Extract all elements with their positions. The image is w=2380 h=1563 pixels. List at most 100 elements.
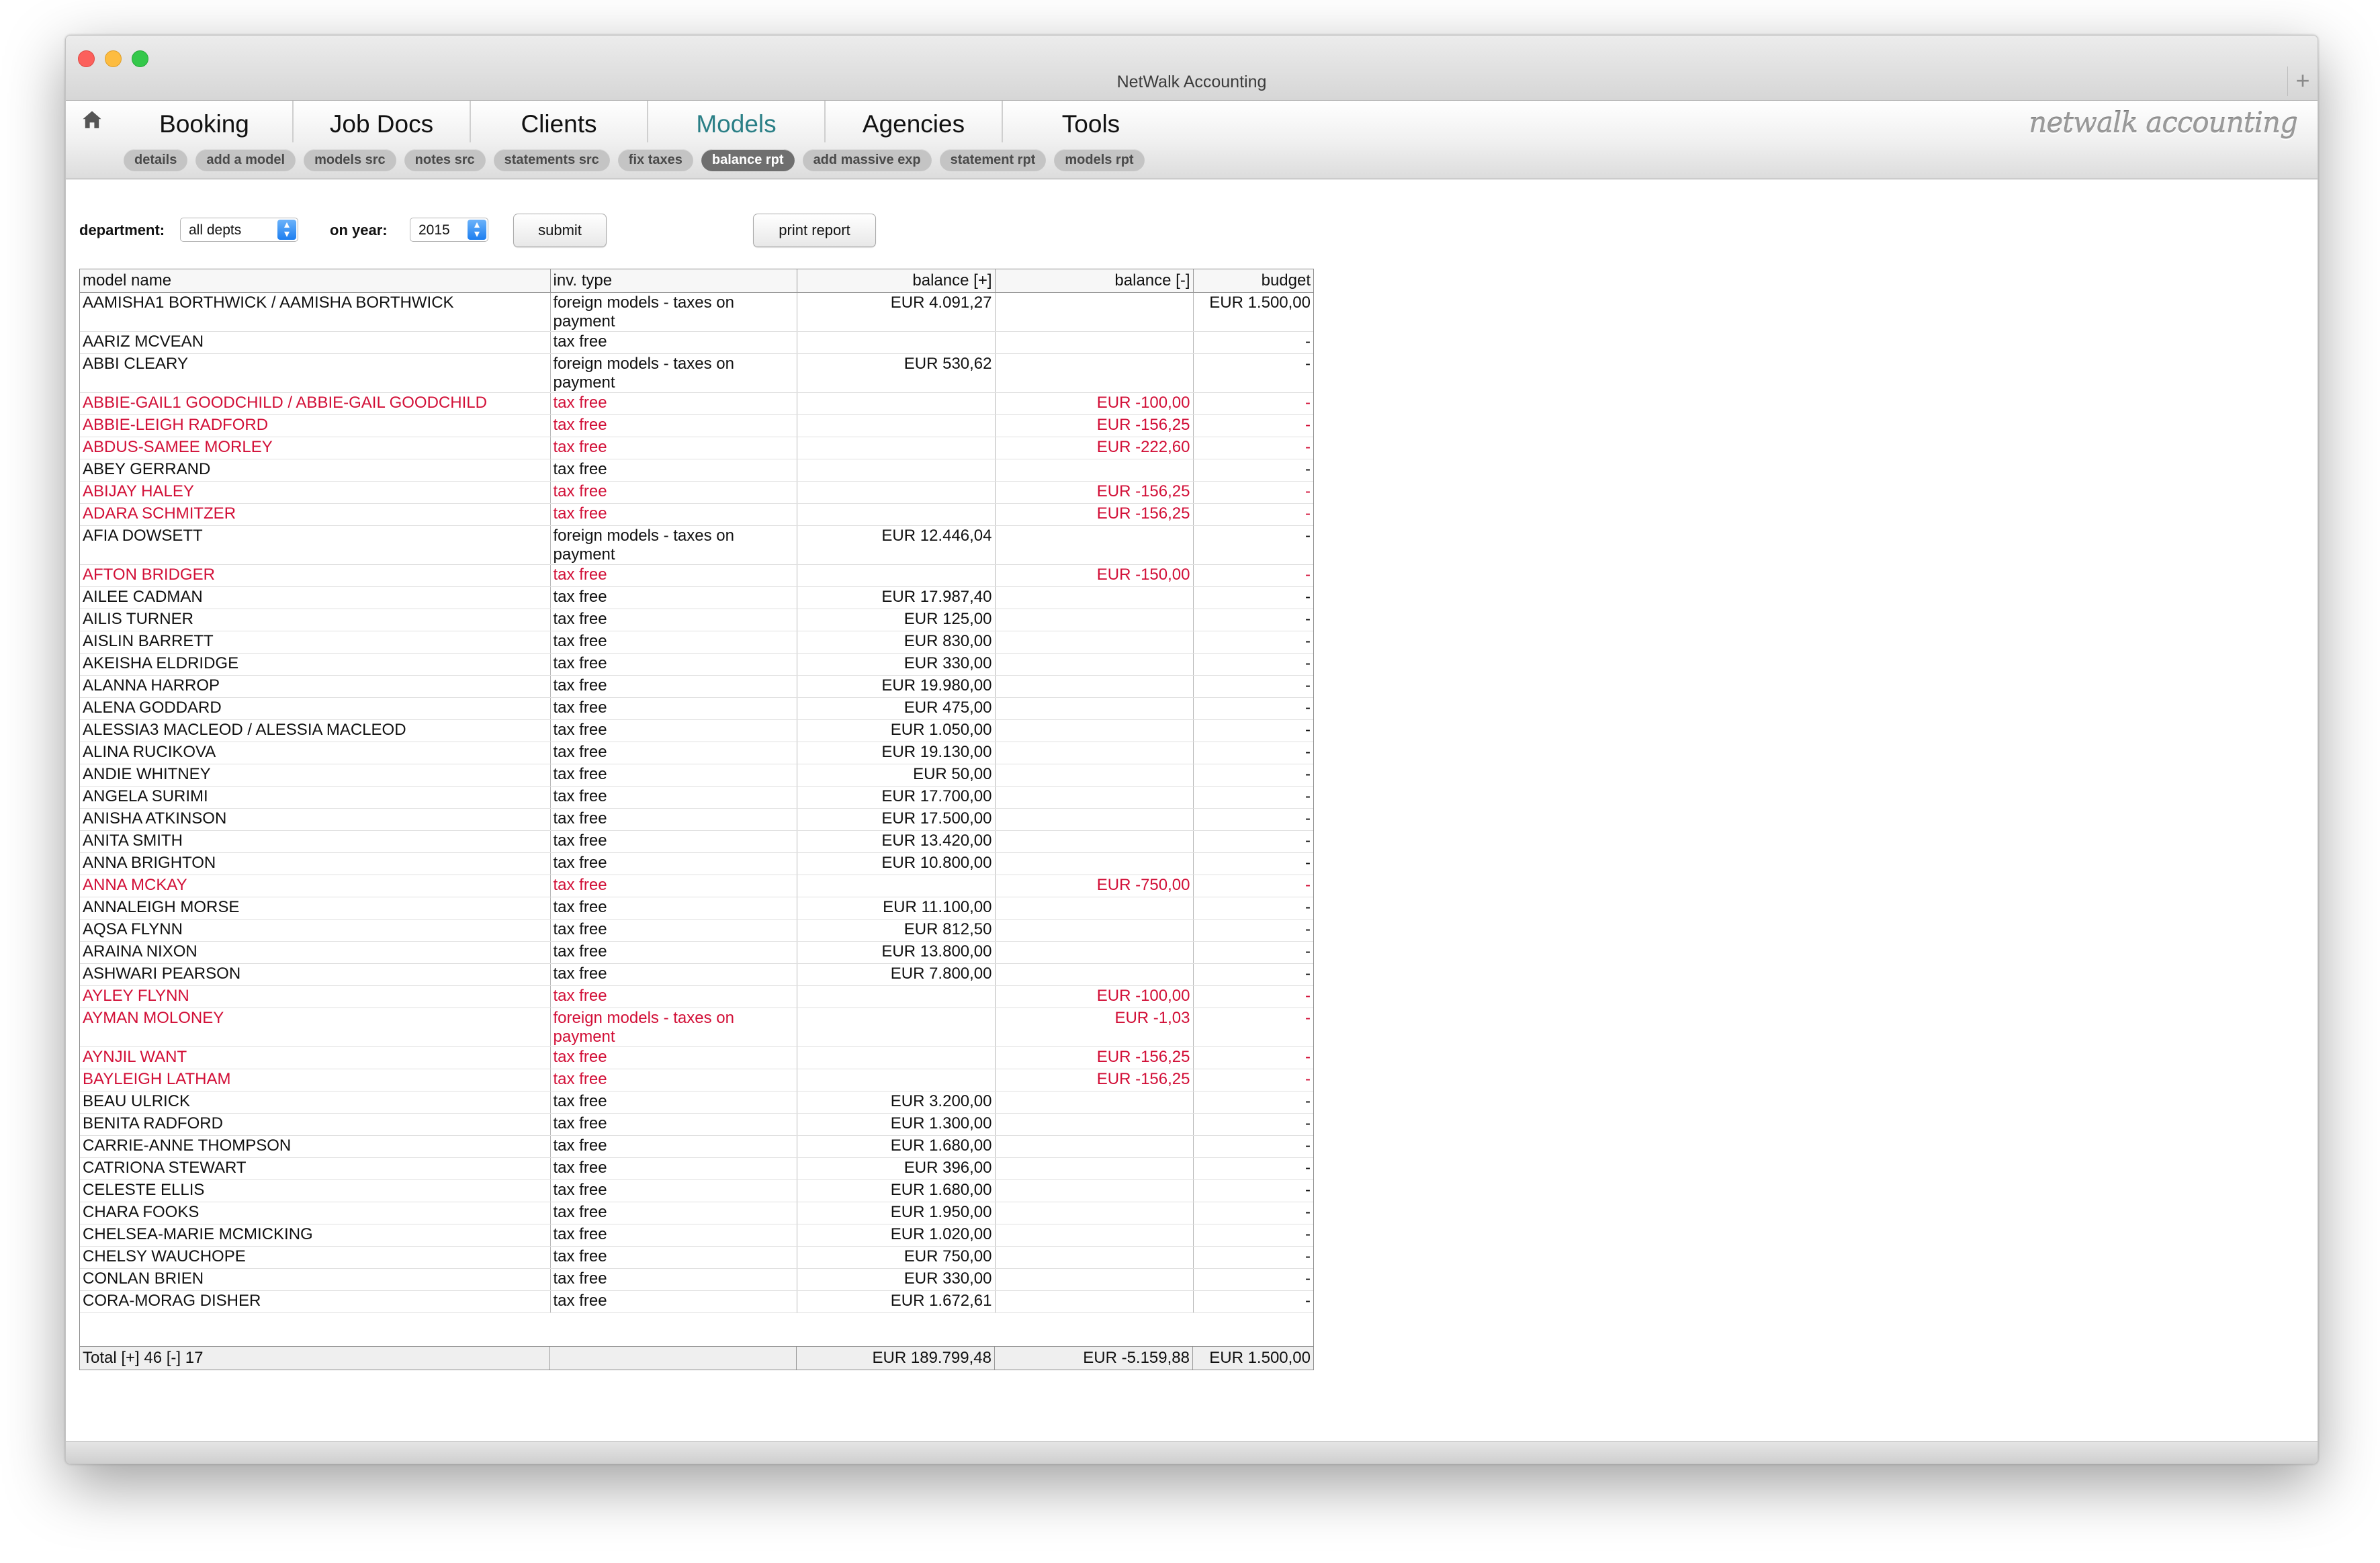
zoom-window-button[interactable] bbox=[132, 50, 148, 67]
add-tab-button[interactable]: + bbox=[2287, 66, 2318, 96]
table-row[interactable]: ADARA SCHMITZER tax free EUR -156,25- bbox=[80, 503, 1313, 526]
table-row[interactable]: CHELSY WAUCHOPE tax free EUR 750,00 - bbox=[80, 1246, 1313, 1269]
table-row[interactable]: CORA-MORAG DISHER tax free EUR 1.672,61 - bbox=[80, 1290, 1313, 1313]
cell-inv-type: tax free bbox=[550, 1113, 797, 1136]
table-row[interactable]: AFTON BRIDGER tax free EUR -150,00- bbox=[80, 564, 1313, 587]
table-row[interactable]: AILEE CADMAN tax free EUR 17.987,40 - bbox=[80, 586, 1313, 609]
cell-inv-type: tax free bbox=[550, 564, 797, 587]
table-row[interactable]: CATRIONA STEWART tax free EUR 396,00 - bbox=[80, 1157, 1313, 1180]
table-row[interactable]: CARRIE-ANNE THOMPSON tax free EUR 1.680,00… bbox=[80, 1135, 1313, 1158]
cell-inv-type: tax free bbox=[550, 985, 797, 1008]
cell-balance-negative bbox=[995, 631, 1194, 654]
nav-tab-job-docs[interactable]: Job Docs bbox=[292, 101, 470, 142]
print-report-button[interactable]: print report bbox=[753, 214, 876, 247]
table-row[interactable]: ABDUS-SAMEE MORLEY tax free EUR -222,60- bbox=[80, 437, 1313, 459]
table-row[interactable]: AYLEY FLYNN tax free EUR -100,00- bbox=[80, 985, 1313, 1008]
table-row[interactable]: ABBIE-LEIGH RADFORD tax free EUR -156,25- bbox=[80, 414, 1313, 437]
nav-tab-tools[interactable]: Tools bbox=[1002, 101, 1179, 142]
table-row[interactable]: ARAINA NIXON tax free EUR 13.800,00 - bbox=[80, 941, 1313, 964]
header-model-name[interactable]: model name bbox=[80, 269, 551, 293]
table-row[interactable]: ALENA GODDARD tax free EUR 475,00 - bbox=[80, 697, 1313, 720]
table-row[interactable]: AILIS TURNER tax free EUR 125,00 - bbox=[80, 609, 1313, 631]
table-row[interactable]: AYNJIL WANT tax free EUR -156,25- bbox=[80, 1046, 1313, 1069]
table-row[interactable]: CHARA FOOKS tax free EUR 1.950,00 - bbox=[80, 1202, 1313, 1224]
subtab-details[interactable]: details bbox=[124, 149, 188, 171]
table-row[interactable]: CHELSEA-MARIE MCMICKING tax free EUR 1.020… bbox=[80, 1224, 1313, 1247]
table-row[interactable]: ABBIE-GAIL1 GOODCHILD / ABBIE-GAIL GOODC… bbox=[80, 392, 1313, 415]
subtab-statements-src[interactable]: statements src bbox=[493, 149, 610, 171]
subtab-models-src[interactable]: models src bbox=[304, 149, 396, 171]
cell-budget: - bbox=[1193, 525, 1313, 565]
cell-budget: - bbox=[1193, 697, 1313, 720]
subtab-add-a-model[interactable]: add a model bbox=[195, 149, 296, 171]
cell-model-name: ANGELA SURIMI bbox=[80, 786, 551, 809]
table-row[interactable]: CONLAN BRIEN tax free EUR 330,00 - bbox=[80, 1268, 1313, 1291]
nav-tab-booking[interactable]: Booking bbox=[116, 101, 292, 142]
cell-model-name: BAYLEIGH LATHAM bbox=[80, 1069, 551, 1091]
table-row[interactable]: ANNALEIGH MORSE tax free EUR 11.100,00 - bbox=[80, 897, 1313, 920]
table-row[interactable]: ABEY GERRAND tax free - bbox=[80, 459, 1313, 482]
nav-tab-models[interactable]: Models bbox=[647, 101, 824, 142]
table-row[interactable]: AQSA FLYNN tax free EUR 812,50 - bbox=[80, 919, 1313, 942]
header-balance-positive[interactable]: balance [+] bbox=[797, 269, 996, 293]
minimize-window-button[interactable] bbox=[105, 50, 122, 67]
total-balance-positive: EUR 189.799,48 bbox=[797, 1347, 995, 1370]
cell-inv-type: tax free bbox=[550, 919, 797, 942]
table-row[interactable]: BENITA RADFORD tax free EUR 1.300,00 - bbox=[80, 1113, 1313, 1136]
submit-button[interactable]: submit bbox=[513, 214, 607, 247]
header-inv-type[interactable]: inv. type bbox=[550, 269, 797, 293]
table-row[interactable]: ABBI CLEARY foreign models - taxes on pay… bbox=[80, 353, 1313, 393]
cell-balance-positive: EUR 1.680,00 bbox=[797, 1179, 996, 1202]
department-select[interactable]: all depts ▴ ▾ bbox=[180, 218, 298, 242]
table-row[interactable]: ABIJAY HALEY tax free EUR -156,25- bbox=[80, 481, 1313, 504]
table-row[interactable]: AYMAN MOLONEY foreign models - taxes on p… bbox=[80, 1008, 1313, 1047]
table-row[interactable]: AARIZ MCVEAN tax free - bbox=[80, 331, 1313, 354]
subtab-statement-rpt[interactable]: statement rpt bbox=[939, 149, 1047, 171]
table-row[interactable]: ANNA MCKAY tax free EUR -750,00- bbox=[80, 875, 1313, 897]
subtab-balance-rpt[interactable]: balance rpt bbox=[701, 149, 795, 171]
cell-inv-type: tax free bbox=[550, 1290, 797, 1313]
header-balance-negative[interactable]: balance [-] bbox=[995, 269, 1194, 293]
cell-balance-negative bbox=[995, 742, 1194, 764]
table-row[interactable]: ALINA RUCIKOVA tax free EUR 19.130,00 - bbox=[80, 742, 1313, 764]
table-row[interactable]: ALESSIA3 MACLEOD / ALESSIA MACLEOD tax fr… bbox=[80, 719, 1313, 742]
subtab-fix-taxes[interactable]: fix taxes bbox=[617, 149, 693, 171]
table-row[interactable]: AAMISHA1 BORTHWICK / AAMISHA BORTHWICK fo… bbox=[80, 292, 1313, 332]
balance-report-table[interactable]: model name inv. type balance [+] balance… bbox=[79, 269, 1314, 1370]
cell-balance-negative bbox=[995, 897, 1194, 920]
nav-tab-agencies[interactable]: Agencies bbox=[824, 101, 1002, 142]
table-row[interactable]: CELESTE ELLIS tax free EUR 1.680,00 - bbox=[80, 1179, 1313, 1202]
cell-model-name: AYLEY FLYNN bbox=[80, 985, 551, 1008]
close-window-button[interactable] bbox=[78, 50, 95, 67]
table-row[interactable]: ANISHA ATKINSON tax free EUR 17.500,00 - bbox=[80, 808, 1313, 831]
table-row[interactable]: ANNA BRIGHTON tax free EUR 10.800,00 - bbox=[80, 852, 1313, 875]
cell-inv-type: tax free bbox=[550, 653, 797, 676]
table-row[interactable]: AFIA DOWSETT foreign models - taxes on pa… bbox=[80, 525, 1313, 565]
window-title: NetWalk Accounting bbox=[1116, 73, 1267, 91]
subtab-notes-src[interactable]: notes src bbox=[404, 149, 486, 171]
nav-tab-clients[interactable]: Clients bbox=[470, 101, 647, 142]
table-row[interactable]: ANITA SMITH tax free EUR 13.420,00 - bbox=[80, 830, 1313, 853]
cell-balance-positive: EUR 19.130,00 bbox=[797, 742, 996, 764]
table-row[interactable]: ANGELA SURIMI tax free EUR 17.700,00 - bbox=[80, 786, 1313, 809]
table-row[interactable]: BEAU ULRICK tax free EUR 3.200,00 - bbox=[80, 1091, 1313, 1114]
cell-budget: - bbox=[1193, 941, 1313, 964]
table-row[interactable]: ANDIE WHITNEY tax free EUR 50,00 - bbox=[80, 764, 1313, 787]
table-row[interactable]: AISLIN BARRETT tax free EUR 830,00 - bbox=[80, 631, 1313, 654]
cell-inv-type: tax free bbox=[550, 1046, 797, 1069]
table-row[interactable]: ASHWARI PEARSON tax free EUR 7.800,00 - bbox=[80, 963, 1313, 986]
cell-balance-negative bbox=[995, 1224, 1194, 1247]
home-icon[interactable] bbox=[81, 109, 103, 132]
table-row[interactable]: ALANNA HARROP tax free EUR 19.980,00 - bbox=[80, 675, 1313, 698]
subtab-add-massive-exp[interactable]: add massive exp bbox=[802, 149, 932, 171]
total-label: Total [+] 46 [-] 17 bbox=[80, 1347, 550, 1370]
header-budget[interactable]: budget bbox=[1193, 269, 1313, 293]
nav-tabs: Booking Job Docs Clients Models Agencies Tool… bbox=[116, 101, 1179, 142]
table-row[interactable]: AKEISHA ELDRIDGE tax free EUR 330,00 - bbox=[80, 653, 1313, 676]
table-row[interactable]: BAYLEIGH LATHAM tax free EUR -156,25- bbox=[80, 1069, 1313, 1091]
total-inv-type bbox=[550, 1347, 797, 1370]
subtab-models-rpt[interactable]: models rpt bbox=[1054, 149, 1145, 171]
cell-balance-negative: EUR -1,03 bbox=[995, 1008, 1194, 1047]
cell-budget: - bbox=[1193, 1179, 1313, 1202]
year-select[interactable]: 2015 ▴ ▾ bbox=[410, 218, 488, 242]
